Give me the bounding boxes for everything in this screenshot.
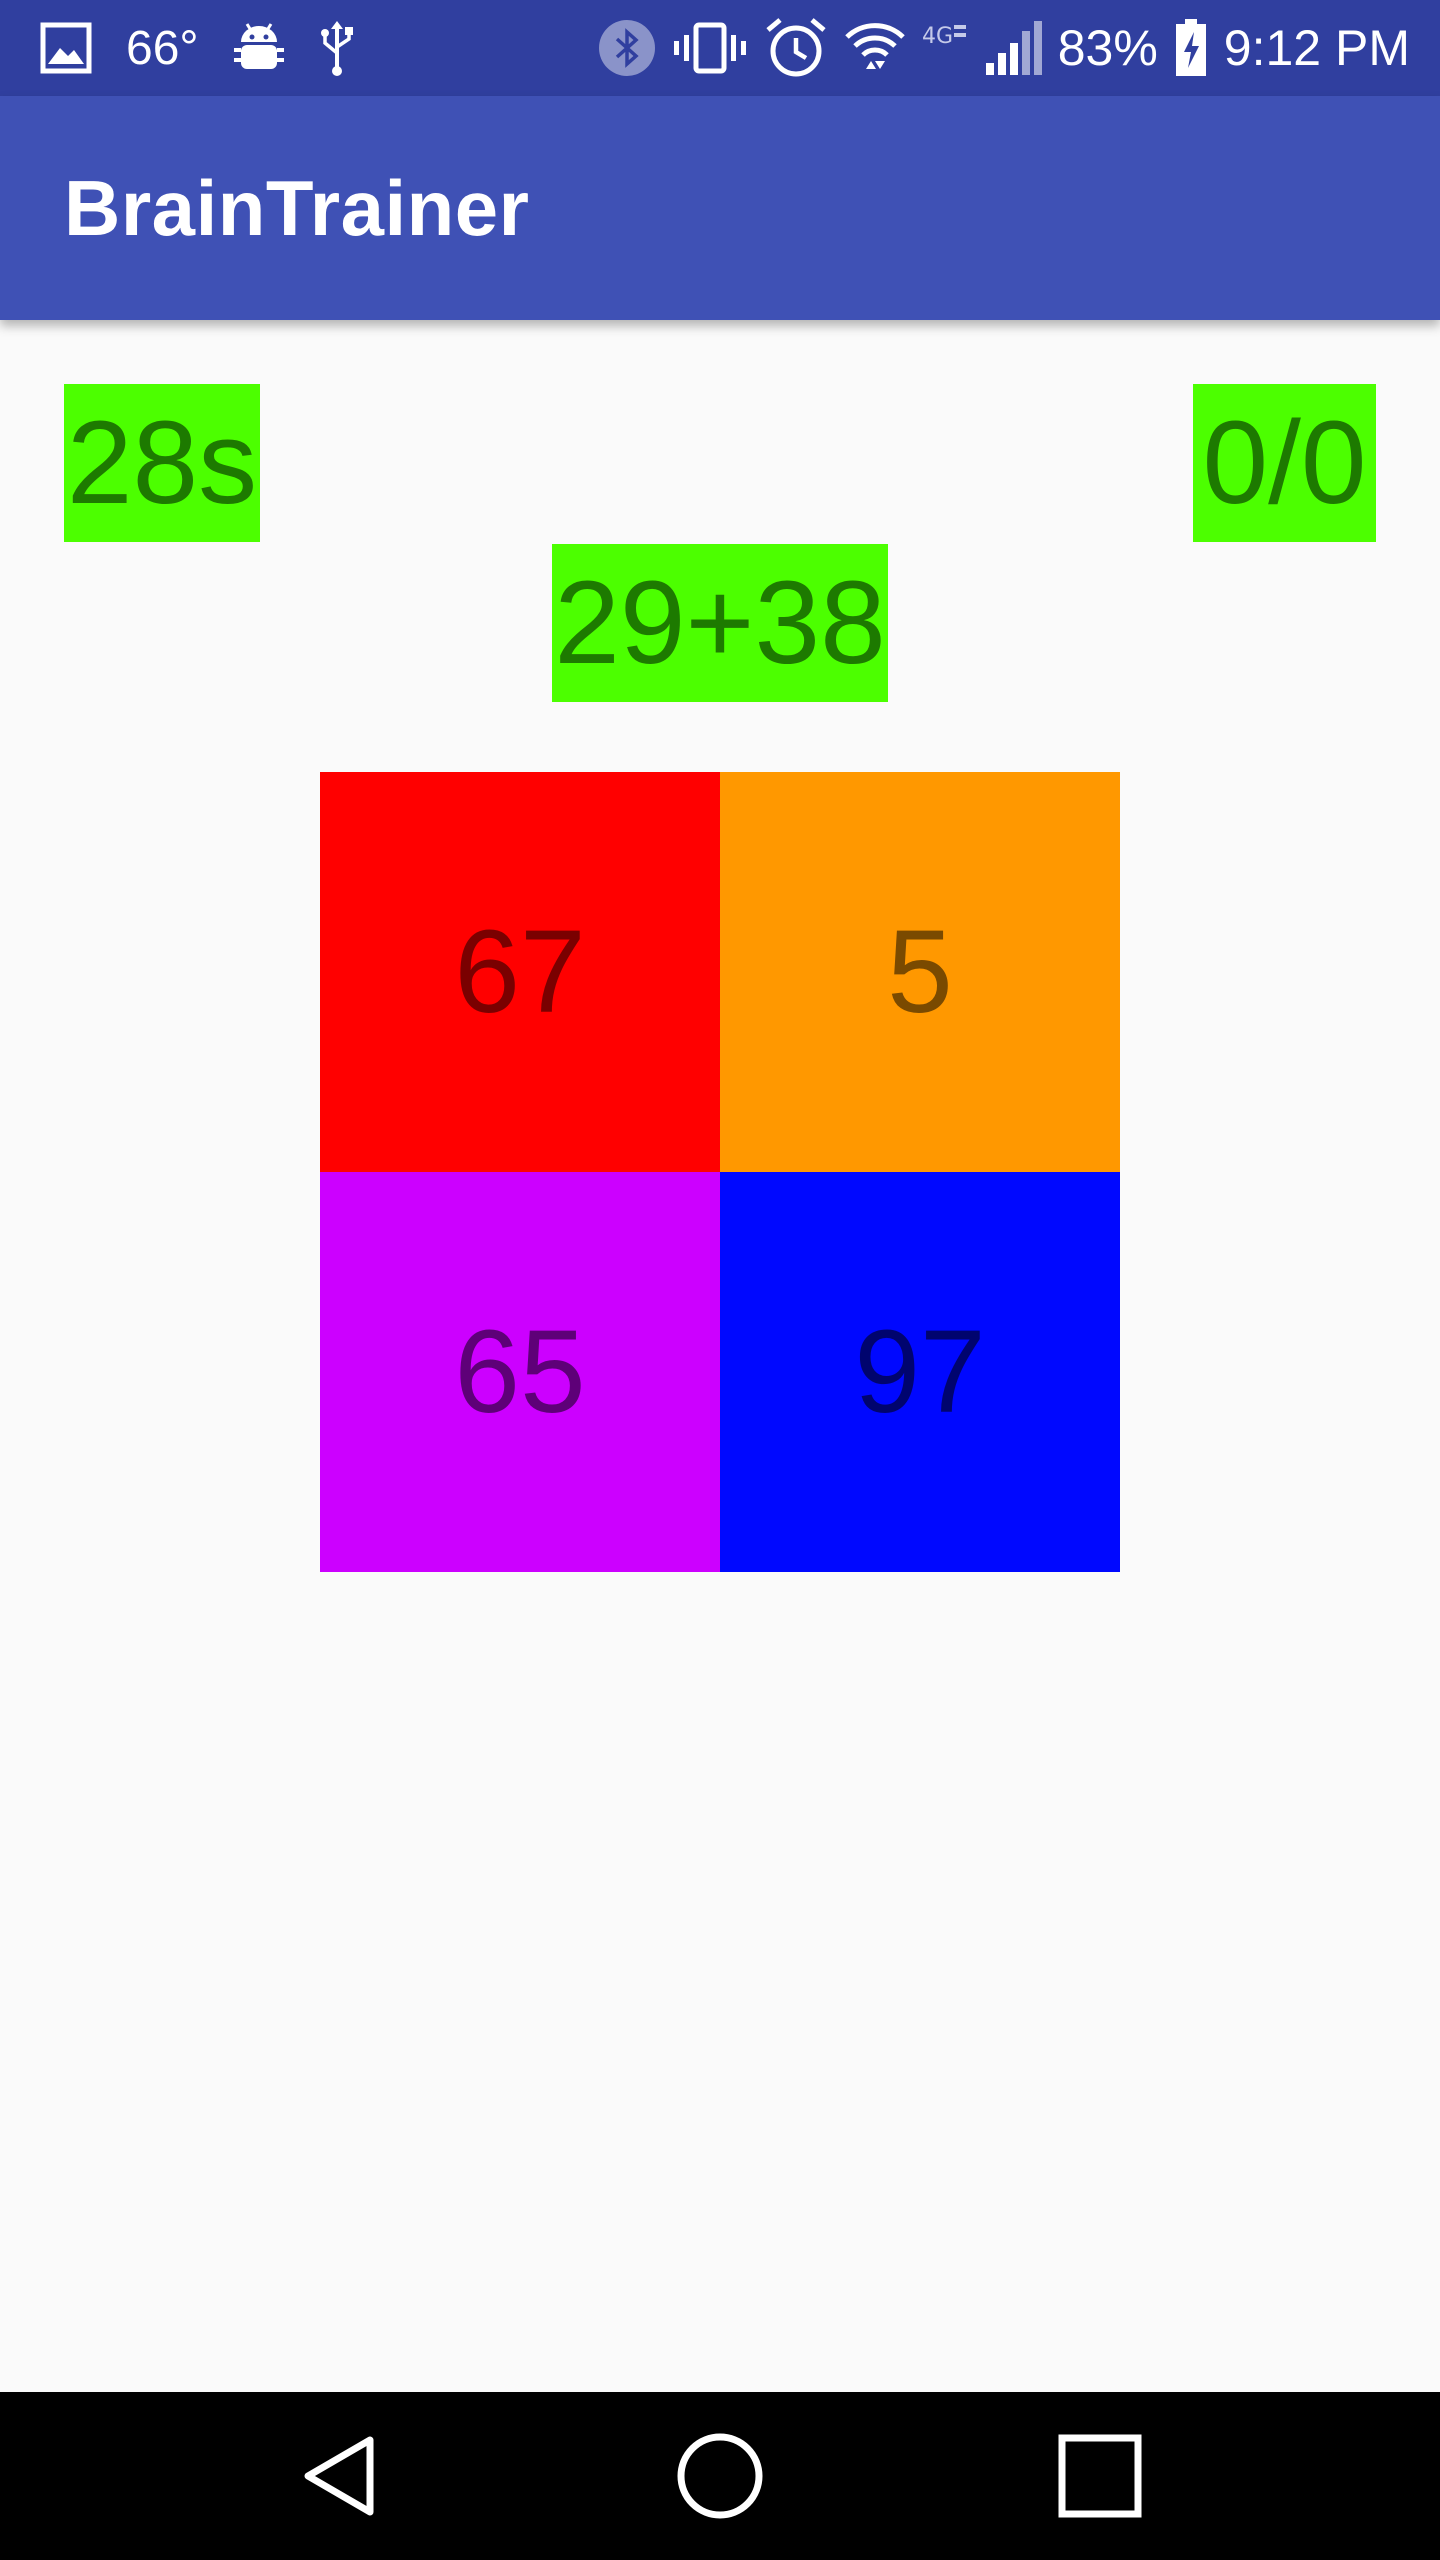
recents-button[interactable]	[1050, 2426, 1150, 2526]
vibrate-icon	[672, 19, 748, 77]
answer-grid: 67 5 65 97	[320, 772, 1120, 1572]
bluetooth-icon	[598, 19, 656, 77]
battery-charging-icon	[1174, 18, 1208, 78]
back-button[interactable]	[290, 2426, 390, 2526]
alarm-icon	[764, 16, 828, 80]
status-bar: 66° 4G 83% 9:12 PM	[0, 0, 1440, 96]
signal-icon	[984, 19, 1042, 77]
wifi-icon	[844, 17, 906, 79]
android-debug-icon	[233, 20, 285, 76]
question-label: 29+38	[552, 544, 888, 702]
gallery-icon	[40, 22, 92, 74]
svg-text:4G: 4G	[922, 24, 953, 49]
app-title: BrainTrainer	[64, 164, 530, 252]
status-bar-left: 66°	[40, 0, 355, 96]
recents-icon	[1050, 2426, 1150, 2526]
lte-icon: 4G	[922, 19, 968, 77]
usb-icon	[319, 19, 355, 77]
temperature-text: 66°	[126, 21, 199, 75]
answer-button-2[interactable]: 5	[720, 772, 1120, 1172]
battery-percent-text: 83%	[1057, 20, 1158, 76]
navigation-bar	[0, 2392, 1440, 2560]
answer-button-1[interactable]: 67	[320, 772, 720, 1172]
answer-button-4[interactable]: 97	[720, 1172, 1120, 1572]
home-icon	[670, 2426, 770, 2526]
status-bar-right: 4G 83% 9:12 PM	[598, 0, 1410, 96]
timer-label: 28s	[64, 384, 260, 542]
answer-button-3[interactable]: 65	[320, 1172, 720, 1572]
score-label: 0/0	[1193, 384, 1376, 542]
app-bar: BrainTrainer	[0, 96, 1440, 320]
back-icon	[290, 2426, 390, 2526]
clock-text: 9:12 PM	[1223, 20, 1410, 76]
home-button[interactable]	[670, 2426, 770, 2526]
